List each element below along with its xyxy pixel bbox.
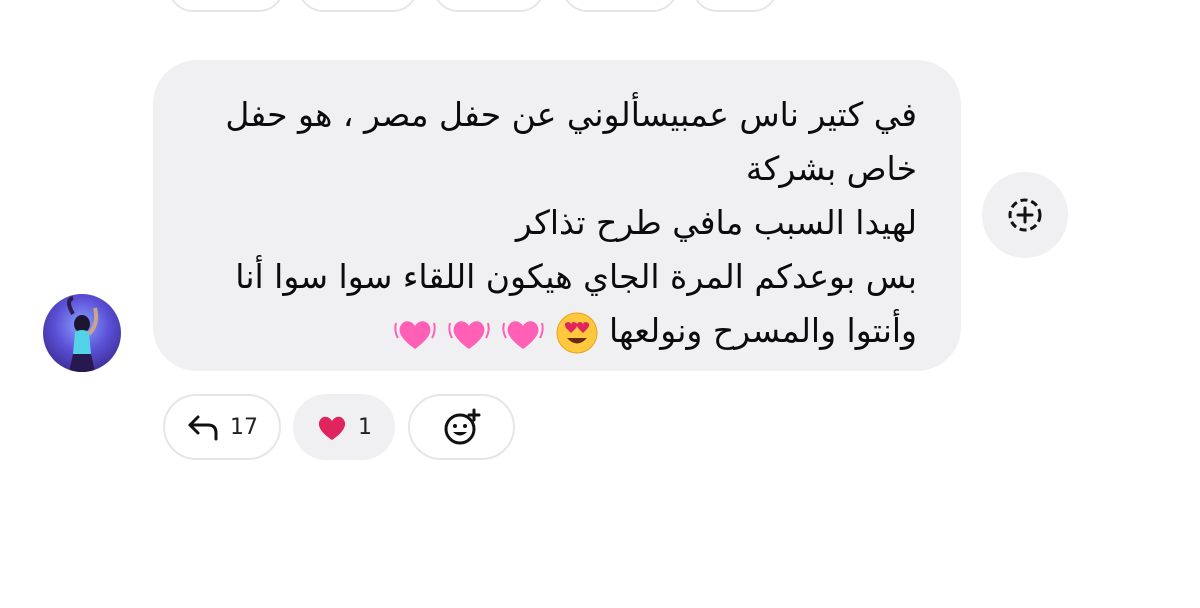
reply-count: 17 [230,414,258,440]
message-text: في كتير ناس عمبيسألوني عن حفل مصر ، هو ح… [177,88,917,358]
red-heart-icon [318,416,346,440]
heart-eyes-emoji [556,312,598,353]
message-bubble[interactable]: في كتير ناس عمبيسألوني عن حفل مصر ، هو ح… [153,60,961,371]
reply-button[interactable]: 17 [163,394,281,460]
emoji-group [393,313,545,353]
avatar[interactable] [43,294,121,372]
message-last-line: وأنتوا والمسرح ونولعها [177,304,917,358]
add-emoji-button[interactable] [408,394,515,460]
previous-reaction-pill[interactable] [692,0,778,12]
message-line: بس بوعدكم المرة الجاي هيكون اللقاء سوا س… [235,257,917,296]
previous-reaction-pill[interactable] [433,0,545,12]
avatar-image [67,296,99,372]
reply-arrow-icon [188,415,218,441]
heart-count: 1 [358,414,372,440]
growing-heart-emoji [394,320,436,349]
growing-heart-emoji [448,320,490,349]
growing-heart-emoji [502,320,544,349]
heart-reaction-button[interactable]: 1 [293,394,395,460]
message-thread: في كتير ناس عمبيسألوني عن حفل مصر ، هو ح… [0,0,1200,608]
message-line: لهيدا السبب مافي طرح تذاكر [515,203,917,242]
message-line: في كتير ناس عمبيسألوني عن حفل مصر ، هو ح… [225,95,917,134]
previous-reaction-pill[interactable] [298,0,418,12]
add-circle-icon [1008,198,1042,232]
add-emoji-icon [444,408,480,445]
previous-reaction-pill[interactable] [168,0,284,12]
previous-reaction-pill[interactable] [562,0,678,12]
add-reaction-button[interactable] [982,172,1068,258]
message-line: وأنتوا والمسرح ونولعها [608,311,917,350]
message-line: خاص بشركة [745,149,917,188]
